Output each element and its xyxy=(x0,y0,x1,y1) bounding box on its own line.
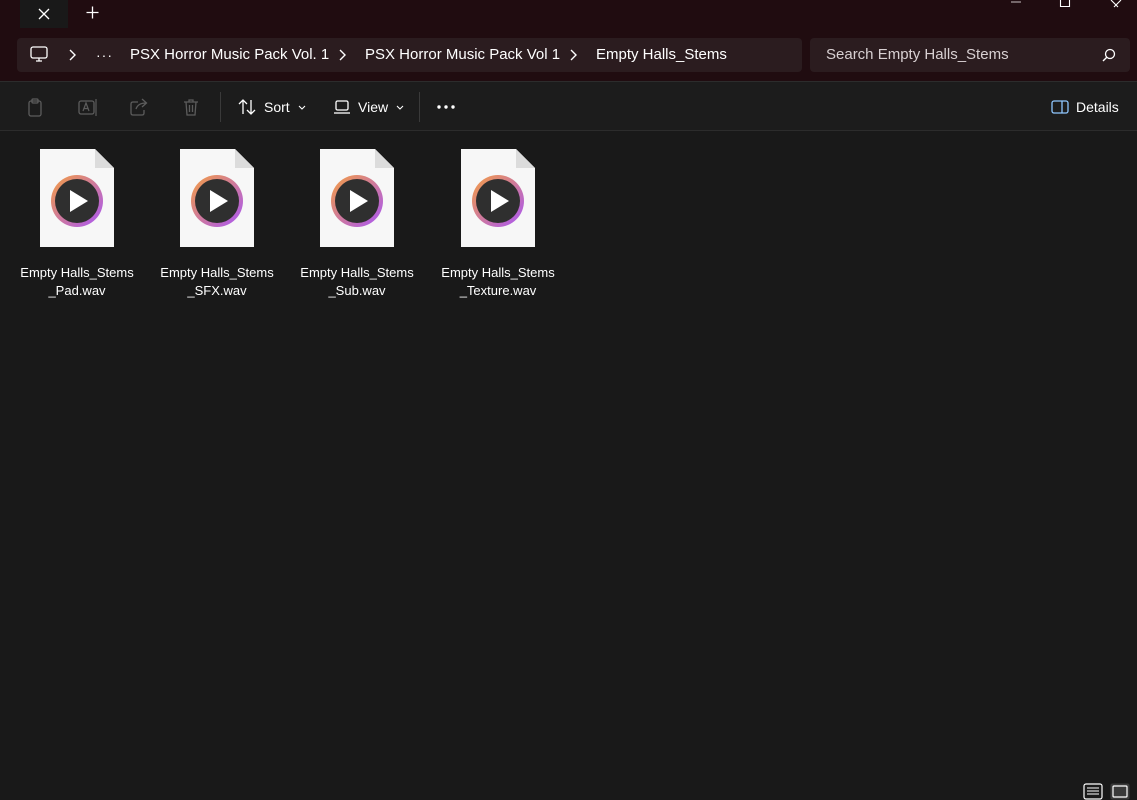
status-bar xyxy=(0,780,1137,800)
audio-file-icon xyxy=(320,149,394,247)
address-bar[interactable]: ··· PSX Horror Music Pack Vol. 1 PSX Hor… xyxy=(17,38,802,72)
maximize-icon xyxy=(1059,0,1071,8)
delete-icon[interactable] xyxy=(183,98,199,116)
chevron-right-icon[interactable] xyxy=(338,49,346,61)
file-list: Empty Halls_Stems_Pad.wav Empty Halls_St… xyxy=(0,132,1137,780)
command-bar: Sort View Details xyxy=(0,81,1137,131)
file-name: Empty Halls_Stems_SFX.wav xyxy=(160,265,274,298)
title-bar xyxy=(0,0,1137,28)
minimize-icon xyxy=(1011,1,1021,3)
paste-icon[interactable] xyxy=(27,98,45,117)
file-item[interactable]: Empty Halls_Stems_SFX.wav xyxy=(157,146,277,300)
close-icon xyxy=(38,8,50,20)
chevron-right-icon[interactable] xyxy=(68,49,76,61)
audio-file-icon xyxy=(180,149,254,247)
sort-label: Sort xyxy=(264,99,290,115)
audio-file-icon xyxy=(40,149,114,247)
chevron-right-icon[interactable] xyxy=(569,49,577,61)
file-item[interactable]: Empty Halls_Stems_Pad.wav xyxy=(17,146,137,300)
details-label: Details xyxy=(1076,99,1119,115)
maximize-button[interactable] xyxy=(1042,0,1088,10)
address-row: ··· PSX Horror Music Pack Vol. 1 PSX Hor… xyxy=(0,28,1137,81)
share-icon[interactable] xyxy=(130,98,149,116)
view-label: View xyxy=(358,99,389,115)
breadcrumb-item[interactable]: PSX Horror Music Pack Vol. 1 xyxy=(130,38,329,72)
computer-icon[interactable] xyxy=(30,46,48,63)
new-tab-button[interactable] xyxy=(78,0,106,24)
breadcrumb-current[interactable]: Empty Halls_Stems xyxy=(596,38,727,72)
chevron-down-icon xyxy=(298,105,306,110)
file-item[interactable]: Empty Halls_Stems_Sub.wav xyxy=(297,146,417,300)
minimize-button[interactable] xyxy=(993,0,1039,10)
close-icon xyxy=(1110,0,1122,8)
tiles-view-icon[interactable] xyxy=(1110,783,1130,800)
details-pane-button[interactable]: Details xyxy=(1051,82,1119,132)
see-more-icon[interactable] xyxy=(437,105,455,109)
close-window-button[interactable] xyxy=(1093,0,1137,10)
file-name: Empty Halls_Stems_Texture.wav xyxy=(441,265,555,298)
sort-icon xyxy=(238,99,256,115)
audio-file-icon xyxy=(461,149,535,247)
search-icon[interactable] xyxy=(1102,48,1116,62)
tab-close-button[interactable] xyxy=(20,0,68,28)
plus-icon xyxy=(86,6,98,18)
view-icon xyxy=(334,100,350,114)
sort-button[interactable]: Sort xyxy=(238,82,306,132)
toolbar-separator xyxy=(220,92,221,122)
file-item[interactable]: Empty Halls_Stems_Texture.wav xyxy=(438,146,558,300)
file-name: Empty Halls_Stems_Sub.wav xyxy=(300,265,414,298)
search-input[interactable]: Search Empty Halls_Stems xyxy=(826,38,1009,72)
rename-icon[interactable] xyxy=(78,98,98,117)
chevron-down-icon xyxy=(396,105,404,110)
toolbar-separator xyxy=(419,92,420,122)
breadcrumb-item[interactable]: PSX Horror Music Pack Vol 1 xyxy=(365,38,560,72)
breadcrumb-overflow[interactable]: ··· xyxy=(96,38,113,72)
details-view-icon[interactable] xyxy=(1083,783,1103,800)
file-name: Empty Halls_Stems_Pad.wav xyxy=(20,265,134,298)
details-pane-icon xyxy=(1051,100,1069,114)
view-button[interactable]: View xyxy=(334,82,404,132)
search-box[interactable]: Search Empty Halls_Stems xyxy=(810,38,1130,72)
